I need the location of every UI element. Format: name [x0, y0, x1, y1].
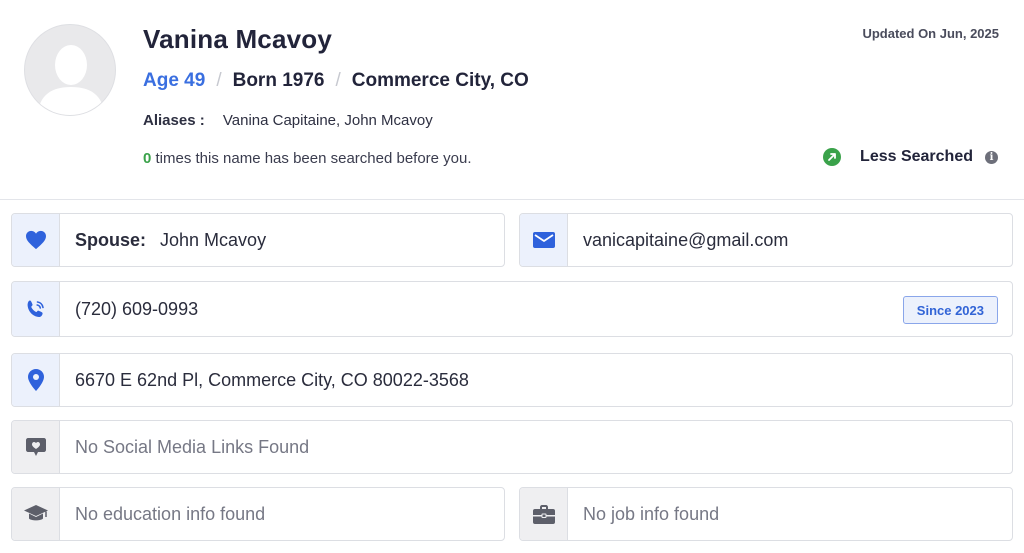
divider: /	[216, 70, 222, 91]
education-card: No education info found	[11, 487, 505, 541]
education-icon-box	[12, 488, 60, 540]
location-text: Commerce City, CO	[351, 70, 529, 91]
search-count-row: 0 times this name has been searched befo…	[143, 150, 472, 167]
user-silhouette-icon	[37, 45, 105, 115]
social-card: No Social Media Links Found	[11, 420, 1013, 474]
avatar	[24, 24, 116, 116]
spouse-label: Spouse:	[75, 229, 147, 250]
info-icon[interactable]: i	[985, 150, 998, 164]
updated-date: Updated On Jun, 2025	[862, 26, 999, 41]
graduation-cap-icon	[23, 505, 48, 521]
job-card: No job info found	[519, 487, 1013, 541]
trend-up-icon	[823, 148, 842, 166]
phone-since-badge: Since 2023	[902, 296, 998, 324]
location-pin-icon	[27, 369, 44, 391]
address-value: 6670 E 62nd Pl, Commerce City, CO 80022-…	[75, 369, 469, 390]
email-card[interactable]: vanicapitaine@gmail.com	[519, 213, 1013, 267]
profile-header: Vanina Mcavoy Age 49 / Born 1976 / Comme…	[0, 0, 1024, 200]
aliases-row: Aliases : Vanina Capitaine, John Mcavoy	[143, 112, 433, 129]
spouse-value: John Mcavoy	[160, 229, 267, 250]
job-value: No job info found	[583, 503, 720, 524]
briefcase-icon	[532, 504, 555, 524]
address-card[interactable]: 6670 E 62nd Pl, Commerce City, CO 80022-…	[11, 353, 1013, 407]
spouse-icon-box	[12, 214, 60, 266]
born-text: Born 1976	[232, 70, 325, 91]
email-value: vanicapitaine@gmail.com	[583, 229, 789, 250]
aliases-value: Vanina Capitaine, John Mcavoy	[222, 112, 433, 129]
address-icon-box	[12, 354, 60, 406]
social-icon-box	[12, 421, 60, 473]
spouse-text: Spouse: John Mcavoy	[60, 230, 266, 251]
social-value: No Social Media Links Found	[75, 436, 310, 457]
heart-icon	[25, 230, 46, 250]
divider: /	[335, 70, 341, 91]
person-name: Vanina Mcavoy	[143, 24, 333, 54]
search-count-text: times this name has been searched before…	[151, 150, 472, 167]
age-text: Age 49	[143, 70, 206, 91]
phone-icon	[27, 300, 44, 317]
phone-card[interactable]: (720) 609-0993 Since 2023	[11, 281, 1013, 337]
search-status: Less Searched i	[823, 148, 998, 166]
aliases-label: Aliases :	[143, 112, 205, 129]
job-icon-box	[520, 488, 568, 540]
mail-icon	[532, 232, 555, 248]
social-chat-icon	[25, 438, 46, 456]
phone-value: (720) 609-0993	[75, 298, 199, 319]
education-value: No education info found	[75, 503, 266, 524]
person-facts: Age 49 / Born 1976 / Commerce City, CO	[143, 70, 529, 92]
phone-icon-box	[12, 282, 60, 336]
email-icon-box	[520, 214, 568, 266]
spouse-card[interactable]: Spouse: John Mcavoy	[11, 213, 505, 267]
search-status-label: Less Searched	[860, 148, 973, 165]
